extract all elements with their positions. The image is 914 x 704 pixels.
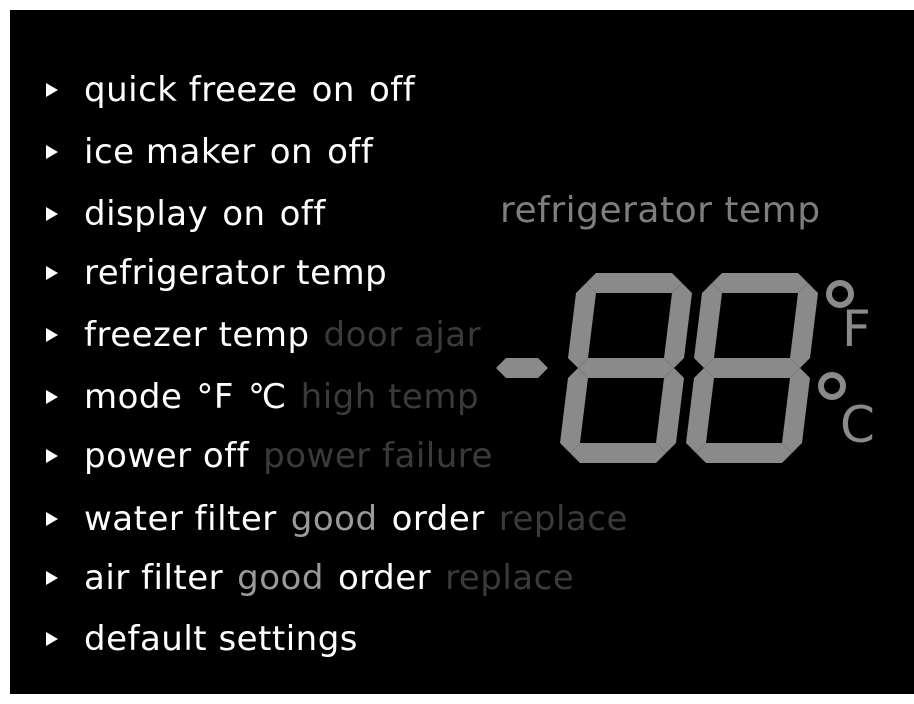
filter-good-indicator: good — [290, 499, 378, 539]
menu-item-label: water filter — [84, 499, 277, 539]
menu-item-label: mode — [84, 377, 183, 417]
fahrenheit-option[interactable]: °F — [196, 377, 234, 417]
menu-item-water-filter[interactable]: water filter good order replace — [40, 495, 628, 543]
play-arrow-icon — [46, 632, 58, 646]
menu-item-label: display — [84, 194, 209, 234]
menu-item-ice-maker[interactable]: ice maker on off — [40, 128, 373, 176]
menu-item-label: freezer temp — [84, 315, 310, 355]
filter-good-indicator: good — [237, 558, 324, 598]
menu-item-label: default settings — [84, 619, 359, 659]
filter-order-indicator: order — [337, 558, 432, 598]
on-option[interactable]: on — [270, 132, 313, 172]
door-ajar-indicator: door ajar — [323, 315, 482, 355]
play-arrow-icon — [46, 449, 58, 463]
menu-item-label: power off — [84, 436, 250, 476]
filter-order-indicator: order — [391, 499, 485, 539]
play-arrow-icon — [46, 328, 58, 342]
celsius-option[interactable]: ℃ — [248, 377, 287, 417]
off-option[interactable]: off — [369, 70, 415, 110]
menu-item-air-filter[interactable]: air filter good order replace — [40, 554, 574, 602]
menu-item-display[interactable]: display on off — [40, 190, 326, 238]
off-option[interactable]: off — [327, 132, 373, 172]
filter-replace-indicator: replace — [445, 558, 575, 598]
on-option[interactable]: on — [312, 70, 355, 110]
filter-replace-indicator: replace — [498, 499, 628, 539]
menu-item-refrigerator-temp[interactable]: refrigerator temp — [40, 249, 387, 297]
off-option[interactable]: off — [280, 194, 326, 234]
play-arrow-icon — [46, 207, 58, 221]
menu-item-mode[interactable]: mode °F ℃ high temp — [40, 373, 479, 421]
play-arrow-icon — [46, 83, 58, 97]
menu-item-label: ice maker — [84, 132, 256, 172]
play-arrow-icon — [46, 145, 58, 159]
play-arrow-icon — [46, 571, 58, 585]
display-title: refrigerator temp — [500, 190, 821, 231]
menu-item-label: air filter — [84, 558, 224, 598]
power-failure-indicator: power failure — [263, 436, 493, 476]
menu-item-default-settings[interactable]: default settings — [40, 615, 358, 663]
menu-item-quick-freeze[interactable]: quick freeze on off — [40, 66, 415, 114]
play-arrow-icon — [46, 390, 58, 404]
celsius-unit: C — [840, 396, 875, 454]
menu-item-label: refrigerator temp — [84, 253, 388, 293]
play-arrow-icon — [46, 512, 58, 526]
high-temp-indicator: high temp — [300, 377, 480, 417]
play-arrow-icon — [46, 266, 58, 280]
menu-item-power-off[interactable]: power off power failure — [40, 432, 493, 480]
on-option[interactable]: on — [222, 194, 265, 234]
menu-item-label: quick freeze — [84, 70, 298, 110]
menu-item-freezer-temp[interactable]: freezer temp door ajar — [40, 311, 481, 359]
fahrenheit-unit: F — [842, 300, 871, 358]
